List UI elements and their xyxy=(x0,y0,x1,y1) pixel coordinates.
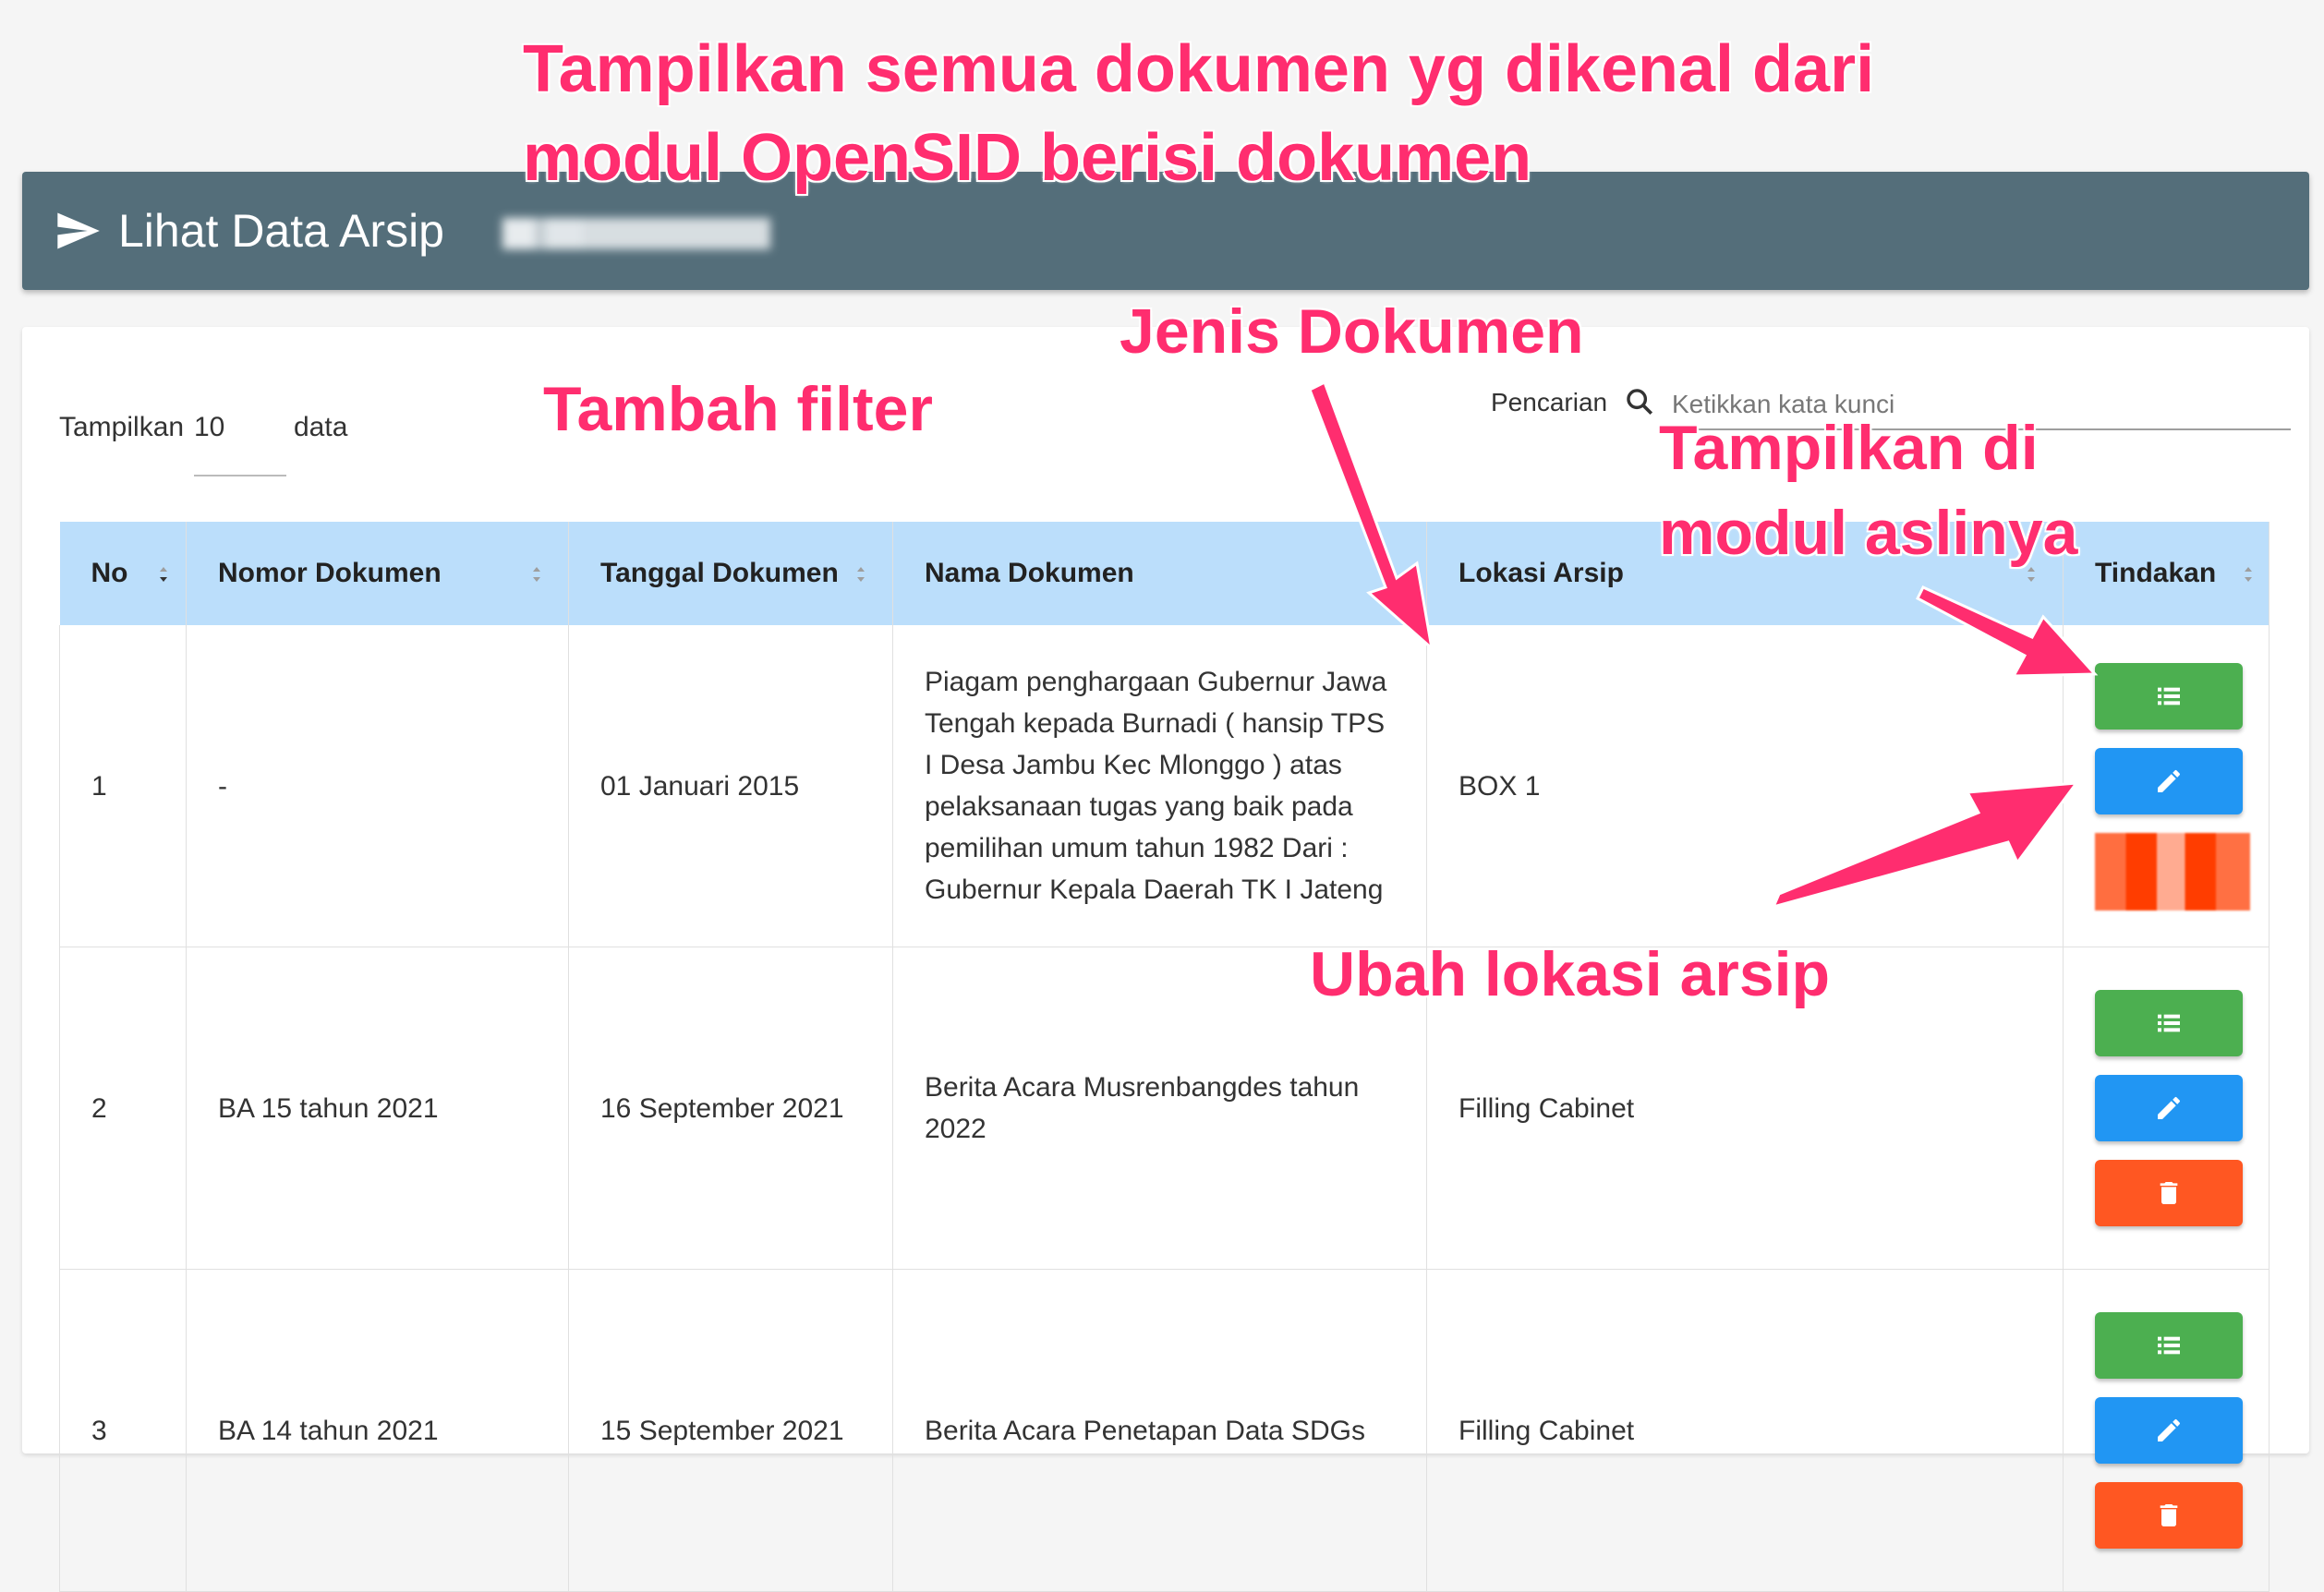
page-length-suffix: data xyxy=(294,412,348,442)
table-row: 2 BA 15 tahun 2021 16 September 2021 Ber… xyxy=(59,947,2270,1270)
cell-no: 3 xyxy=(59,1269,187,1592)
sort-icon xyxy=(2245,567,2252,582)
header-nomor-dokumen[interactable]: Nomor Dokumen xyxy=(186,522,569,625)
cell-tanggal-dokumen: 16 September 2021 xyxy=(568,947,893,1270)
sort-icon xyxy=(857,567,865,582)
cell-nama-dokumen: Berita Acara Penetapan Data SDGs xyxy=(892,1269,1427,1592)
search-label: Pencarian xyxy=(1491,388,1608,416)
list-icon xyxy=(2158,1014,2180,1032)
cell-nomor-dokumen: BA 15 tahun 2021 xyxy=(186,947,569,1270)
view-button[interactable] xyxy=(2095,990,2243,1056)
archive-table: No Nomor Dokumen Tanggal Dokumen Nama Do… xyxy=(59,522,2270,1592)
cell-lokasi-arsip: Filling Cabinet xyxy=(1426,1269,2064,1592)
page-length-select[interactable]: 10 xyxy=(194,412,224,443)
header-no[interactable]: No xyxy=(59,522,187,625)
annotation-top-line2: modul OpenSID berisi dokumen xyxy=(523,121,1532,195)
pencil-icon xyxy=(2158,769,2180,792)
page-length-underline xyxy=(194,475,286,476)
table-row: 3 BA 14 tahun 2021 15 September 2021 Ber… xyxy=(59,1269,2270,1592)
delete-button[interactable] xyxy=(2095,1482,2243,1549)
trash-icon xyxy=(2160,1504,2178,1526)
pencil-icon xyxy=(2158,1096,2180,1119)
cell-actions xyxy=(2063,947,2270,1270)
sort-desc-icon xyxy=(160,567,167,582)
header-tanggal-dokumen[interactable]: Tanggal Dokumen xyxy=(568,522,893,625)
cell-tanggal-dokumen: 15 September 2021 xyxy=(568,1269,893,1592)
cell-nama-dokumen: Piagam penghargaan Gubernur Jawa Tengah … xyxy=(892,625,1427,947)
search-icon xyxy=(1627,389,1653,416)
page-title: Lihat Data Arsip xyxy=(118,205,444,257)
cell-nomor-dokumen: BA 14 tahun 2021 xyxy=(186,1269,569,1592)
table-row: 1 - 01 Januari 2015 Piagam penghargaan G… xyxy=(59,625,2270,947)
redacted-user-name xyxy=(502,218,770,249)
view-button[interactable] xyxy=(2095,1312,2243,1379)
edit-button[interactable] xyxy=(2095,748,2243,814)
delete-button[interactable] xyxy=(2095,1160,2243,1226)
annotation-top-line1: Tampilkan semua dokumen yg dikenal dari xyxy=(523,32,1875,106)
cell-tanggal-dokumen: 01 Januari 2015 xyxy=(568,625,893,947)
cell-lokasi-arsip: BOX 1 xyxy=(1426,625,2064,947)
cell-no: 1 xyxy=(59,625,187,947)
annotation-tampilkan-line1: Tampilkan di xyxy=(1659,413,2039,483)
annotation-tambah-filter: Tambah filter xyxy=(543,374,933,444)
list-icon xyxy=(2158,687,2180,706)
header-tindakan[interactable]: Tindakan xyxy=(2063,522,2270,625)
cell-actions xyxy=(2063,625,2270,947)
page-length-label: Tampilkan xyxy=(59,412,185,442)
view-button[interactable] xyxy=(2095,663,2243,730)
delete-button-redacted[interactable] xyxy=(2095,833,2250,911)
send-icon xyxy=(57,212,100,249)
pencil-icon xyxy=(2158,1418,2180,1441)
annotation-tampilkan-line2: modul aslinya xyxy=(1659,498,2078,568)
annotation-ubah-lokasi: Ubah lokasi arsip xyxy=(1310,939,1831,1009)
cell-actions xyxy=(2063,1269,2270,1592)
cell-nomor-dokumen: - xyxy=(186,625,569,947)
trash-icon xyxy=(2160,1182,2178,1204)
archive-card: Tampilkan 10 data Pencarian No Nomor Dok… xyxy=(22,327,2309,1592)
edit-button[interactable] xyxy=(2095,1397,2243,1464)
header-nama-dokumen: Nama Dokumen xyxy=(892,522,1427,625)
list-icon xyxy=(2158,1336,2180,1355)
sort-icon xyxy=(533,567,540,582)
edit-button[interactable] xyxy=(2095,1075,2243,1141)
annotation-jenis-dokumen: Jenis Dokumen xyxy=(1120,296,1584,367)
cell-no: 2 xyxy=(59,947,187,1270)
